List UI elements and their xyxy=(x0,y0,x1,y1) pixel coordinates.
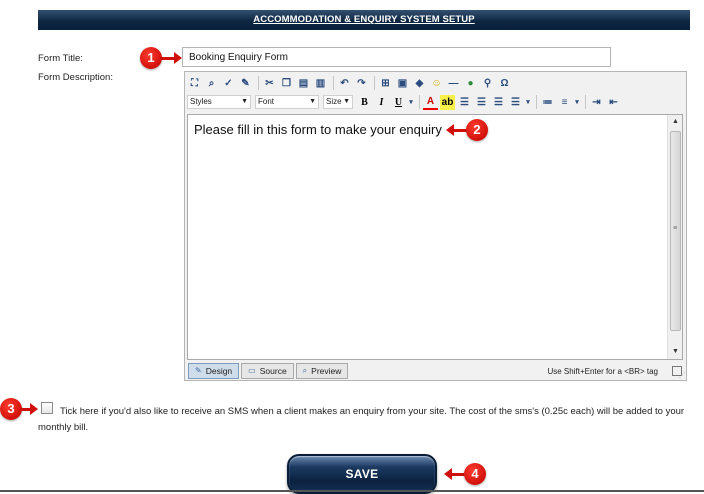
tab-source-label: Source xyxy=(259,366,287,376)
size-select[interactable]: Size ▼ xyxy=(323,95,353,109)
outdent-icon[interactable]: ⇤ xyxy=(606,95,621,110)
chevron-down-icon[interactable]: ▾ xyxy=(574,95,580,110)
tab-preview-label: Preview xyxy=(311,366,342,376)
editor-mode-tabs: ✎ Design ▭ Source ⌕ Preview xyxy=(188,363,350,379)
section-header-bar: ACCOMMODATION & ENQUIRY SYSTEM SETUP xyxy=(38,10,690,30)
emoticon-icon[interactable]: ☺ xyxy=(429,76,444,91)
editor-toolbar-row-1: ⛶ ⌕ ✓ ✎ ✂ ❐ ▤ ▥ ↶ ↷ ⊞ ▣ ◆ ☺ — ● ⚲ Ω xyxy=(187,74,514,92)
editor-toolbar-row-2: Styles ▼ Font ▼ Size ▼ B I U ▾ A ab ☰ ☰ … xyxy=(187,93,623,111)
callout-3-badge: 3 xyxy=(0,398,22,420)
tab-design[interactable]: ✎ Design xyxy=(188,363,240,379)
editor-scrollbar[interactable]: ▲ ≡ ▼ xyxy=(667,115,682,359)
align-justify-icon[interactable]: ☰ xyxy=(508,95,523,110)
chevron-down-icon[interactable]: ▾ xyxy=(408,95,414,110)
toolbar-separator xyxy=(419,95,420,109)
chevron-down-icon: ▼ xyxy=(241,98,248,105)
table-icon[interactable]: ⊞ xyxy=(378,76,393,91)
anchor-icon[interactable]: ◆ xyxy=(412,76,427,91)
font-color-icon[interactable]: A xyxy=(423,95,438,110)
italic-button[interactable]: I xyxy=(374,95,389,110)
paste-icon[interactable]: ▤ xyxy=(296,76,311,91)
callout-1-arrow-icon xyxy=(174,52,182,64)
find-icon[interactable]: ⌕ xyxy=(204,76,219,91)
chevron-down-icon[interactable]: ▾ xyxy=(525,95,531,110)
chevron-down-icon: ▼ xyxy=(309,98,316,105)
indent-icon[interactable]: ⇥ xyxy=(589,95,604,110)
styles-select-value: Styles xyxy=(190,97,212,106)
size-select-value: Size xyxy=(326,97,342,106)
form-description-label: Form Description: xyxy=(38,72,113,83)
callout-2: 2 xyxy=(446,119,488,141)
resize-grip-icon[interactable]: ⋰ xyxy=(679,372,685,379)
section-title: ACCOMMODATION & ENQUIRY SYSTEM SETUP xyxy=(253,14,475,25)
callout-1-badge: 1 xyxy=(140,47,162,69)
styles-select[interactable]: Styles ▼ xyxy=(187,95,251,109)
callout-1: 1 xyxy=(140,47,184,69)
sms-description: Tick here if you'd also like to receive … xyxy=(38,406,685,433)
toolbar-separator xyxy=(536,95,537,109)
scroll-down-icon[interactable]: ▼ xyxy=(668,345,683,359)
callout-4-badge: 4 xyxy=(464,463,486,485)
callout-2-badge: 2 xyxy=(466,119,488,141)
tab-preview[interactable]: ⌕ Preview xyxy=(295,363,349,379)
redo-icon[interactable]: ↷ xyxy=(354,76,369,91)
tab-source[interactable]: ▭ Source xyxy=(241,363,294,379)
image-icon[interactable]: ▣ xyxy=(395,76,410,91)
callout-3-arrow-icon xyxy=(30,403,38,415)
bold-button[interactable]: B xyxy=(357,95,372,110)
align-center-icon[interactable]: ☰ xyxy=(474,95,489,110)
fullscreen-icon[interactable]: ⛶ xyxy=(187,76,202,91)
form-title-input[interactable] xyxy=(182,47,611,67)
toolbar-separator xyxy=(585,95,586,109)
align-left-icon[interactable]: ☰ xyxy=(457,95,472,110)
special-char-icon[interactable]: Ω xyxy=(497,76,512,91)
font-select[interactable]: Font ▼ xyxy=(255,95,319,109)
design-icon: ✎ xyxy=(195,366,202,375)
tab-design-label: Design xyxy=(205,366,233,376)
preview-icon: ⌕ xyxy=(302,366,308,375)
editor-content-area[interactable]: Please fill in this form to make your en… xyxy=(187,114,683,360)
editor-text: Please fill in this form to make your en… xyxy=(194,122,442,137)
format-painter-icon[interactable]: ✎ xyxy=(238,76,253,91)
scroll-thumb[interactable]: ≡ xyxy=(670,131,681,331)
bulleted-list-icon[interactable]: ≡ xyxy=(557,95,572,110)
cut-icon[interactable]: ✂ xyxy=(262,76,277,91)
save-button[interactable]: SAVE xyxy=(287,454,437,494)
spellcheck-icon[interactable]: ✓ xyxy=(221,76,236,91)
undo-icon[interactable]: ↶ xyxy=(337,76,352,91)
paste-text-icon[interactable]: ▥ xyxy=(313,76,328,91)
editor-hint: Use Shift+Enter for a <BR> tag xyxy=(547,367,658,376)
numbered-list-icon[interactable]: ≔ xyxy=(540,95,555,110)
form-title-label: Form Title: xyxy=(38,53,83,64)
scroll-grip-icon: ≡ xyxy=(673,225,678,232)
callout-4: 4 xyxy=(444,463,486,485)
highlight-color-icon[interactable]: ab xyxy=(440,94,455,110)
link-icon[interactable]: ⚲ xyxy=(480,76,495,91)
toolbar-separator xyxy=(258,76,259,90)
chevron-down-icon: ▼ xyxy=(343,98,350,105)
callout-3: 3 xyxy=(0,398,40,420)
toolbar-separator xyxy=(374,76,375,90)
horizontal-rule-icon[interactable]: — xyxy=(446,76,461,91)
underline-button[interactable]: U xyxy=(391,95,406,110)
bottom-divider xyxy=(0,490,704,492)
font-select-value: Font xyxy=(258,97,275,106)
scroll-up-icon[interactable]: ▲ xyxy=(668,115,683,129)
toolbar-separator xyxy=(333,76,334,90)
align-right-icon[interactable]: ☰ xyxy=(491,95,506,110)
media-icon[interactable]: ● xyxy=(463,76,478,91)
copy-icon[interactable]: ❐ xyxy=(279,76,294,91)
rich-text-editor: ⛶ ⌕ ✓ ✎ ✂ ❐ ▤ ▥ ↶ ↷ ⊞ ▣ ◆ ☺ — ● ⚲ Ω Styl… xyxy=(184,71,687,381)
source-icon: ▭ xyxy=(248,366,256,375)
